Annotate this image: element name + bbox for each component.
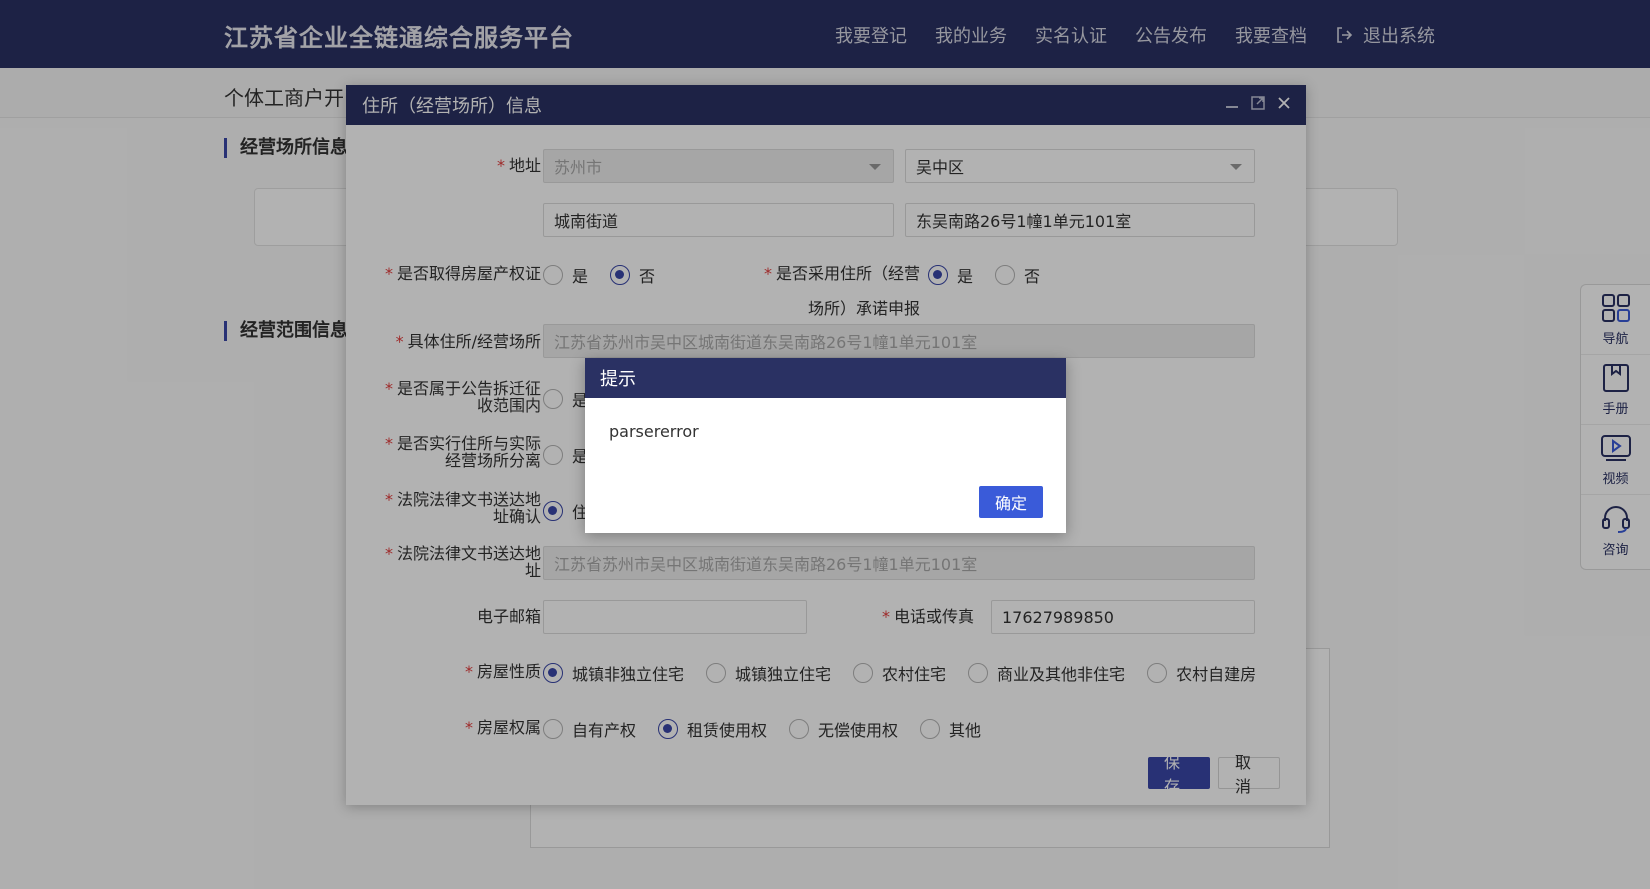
alert-message: parsererror [609, 422, 699, 441]
alert-title: 提示 [600, 369, 636, 390]
alert-dialog: 提示 parsererror 确定 [585, 358, 1066, 533]
alert-header: 提示 [585, 358, 1066, 398]
confirm-button[interactable]: 确定 [979, 486, 1043, 518]
